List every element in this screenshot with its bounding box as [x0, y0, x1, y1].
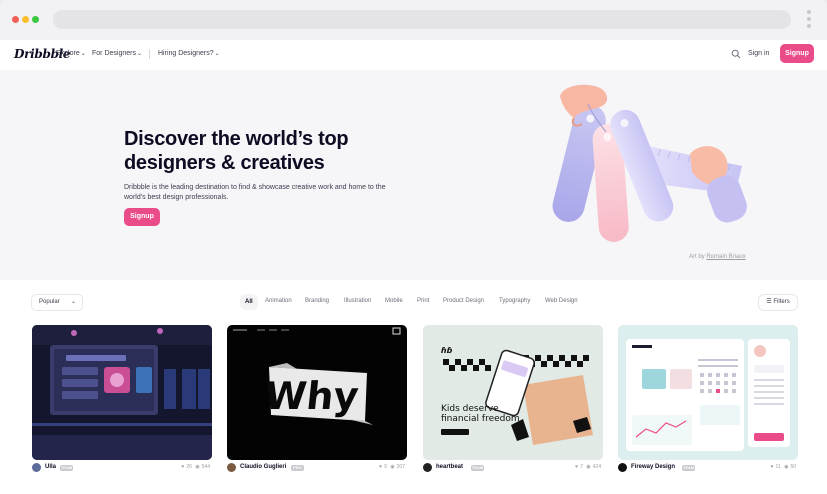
eye-icon: ◉ — [784, 464, 789, 470]
avatar[interactable] — [423, 463, 432, 472]
team-badge: TEAM — [471, 465, 484, 471]
shot-image — [32, 325, 212, 460]
shot-stats: ♥ 7 ◉ 424 — [575, 464, 601, 470]
designer-name[interactable]: Claudio Guglieri — [240, 464, 286, 470]
minimize-window-icon[interactable] — [22, 16, 29, 23]
filter-icon: ☰ — [766, 299, 772, 305]
page: Dribbble Explore⌄ For Designers⌄ Hiring … — [0, 40, 827, 494]
hero-illustration — [552, 84, 747, 242]
art-credit: Art by Romain Briaux — [689, 254, 746, 260]
designer-name[interactable]: Fireway Design — [631, 464, 675, 470]
category-branding[interactable]: Branding — [305, 298, 329, 304]
shot-thumbnail[interactable] — [32, 325, 212, 460]
art-credit-author-link[interactable]: Romain Briaux — [706, 254, 745, 260]
hero-signup-button[interactable]: Signup — [124, 208, 160, 226]
svg-text:Why: Why — [262, 374, 360, 418]
shot-thumbnail[interactable]: Why — [227, 325, 407, 460]
chevron-down-icon: ⌄ — [70, 299, 76, 305]
top-nav: Dribbble Explore⌄ For Designers⌄ Hiring … — [0, 40, 827, 70]
avatar[interactable] — [618, 463, 627, 472]
browser-chrome — [0, 0, 827, 40]
category-all[interactable]: All — [240, 294, 258, 310]
category-animation[interactable]: Animation — [265, 298, 292, 304]
category-typography[interactable]: Typography — [499, 298, 530, 304]
shot-meta: Claudio Guglieri PRO ♥ 9 ◉ 207 — [227, 462, 407, 474]
pro-badge: PRO — [291, 465, 304, 471]
nav-explore[interactable]: Explore⌄ — [56, 50, 86, 57]
shot-meta: Fireway Design TEAM ♥ 11 ◉ 50 — [618, 462, 798, 474]
nav-hiring-designers[interactable]: Hiring Designers?⌄ — [158, 50, 220, 57]
category-print[interactable]: Print — [417, 298, 429, 304]
filters-button[interactable]: ☰ Filters — [758, 294, 798, 311]
team-badge: TEAM — [60, 465, 73, 471]
shot-image — [618, 325, 798, 460]
eye-icon: ◉ — [390, 464, 395, 470]
close-window-icon[interactable] — [12, 16, 19, 23]
shot-meta: Ulla TEAM ♥ 26 ◉ 544 — [32, 462, 212, 474]
heart-icon[interactable]: ♥ — [181, 464, 184, 470]
heart-icon[interactable]: ♥ — [771, 464, 774, 470]
shot-image: Why — [227, 325, 407, 460]
avatar[interactable] — [32, 463, 41, 472]
nav-divider — [149, 49, 150, 59]
category-web-design[interactable]: Web Design — [545, 298, 578, 304]
shot-stats: ♥ 9 ◉ 207 — [379, 464, 405, 470]
sort-select[interactable]: Popular ⌄ — [31, 294, 83, 311]
team-badge: TEAM — [682, 465, 695, 471]
browser-menu-icon[interactable] — [806, 10, 812, 32]
maximize-window-icon[interactable] — [32, 16, 39, 23]
category-product-design[interactable]: Product Design — [443, 298, 484, 304]
shot-stats: ♥ 26 ◉ 544 — [181, 464, 210, 470]
address-bar[interactable] — [53, 10, 791, 29]
sign-in-link[interactable]: Sign in — [748, 50, 769, 57]
chevron-down-icon: ⌄ — [136, 51, 142, 57]
signup-button[interactable]: Signup — [780, 44, 814, 63]
shot-thumbnail[interactable]: ɦɓ Kids deserve financial freedom — [423, 325, 603, 460]
hero-section: Discover the world’s top designers & cre… — [0, 70, 827, 280]
designer-name[interactable]: Ulla — [45, 464, 56, 470]
heartbeat-logo: ɦɓ — [441, 346, 453, 355]
designer-name[interactable]: heartbeat — [436, 464, 463, 470]
shot-image: ɦɓ Kids deserve financial freedom — [423, 325, 603, 460]
category-illustration[interactable]: Illustration — [344, 298, 371, 304]
nav-for-designers[interactable]: For Designers⌄ — [92, 50, 142, 57]
search-icon[interactable] — [731, 49, 741, 59]
filter-bar: Popular ⌄ All Animation Branding Illustr… — [0, 292, 827, 314]
eye-icon: ◉ — [586, 464, 591, 470]
heart-icon[interactable]: ♥ — [575, 464, 578, 470]
eye-icon: ◉ — [195, 464, 200, 470]
chevron-down-icon: ⌄ — [80, 51, 86, 57]
shot-meta: heartbeat TEAM ♥ 7 ◉ 424 — [423, 462, 603, 474]
shot-stats: ♥ 11 ◉ 50 — [770, 464, 797, 470]
category-mobile[interactable]: Mobile — [385, 298, 403, 304]
heart-icon[interactable]: ♥ — [379, 464, 382, 470]
hero-title: Discover the world’s top designers & cre… — [124, 128, 349, 174]
avatar[interactable] — [227, 463, 236, 472]
hero-subtitle: Dribbble is the leading destination to f… — [124, 184, 386, 201]
shot-thumbnail[interactable] — [618, 325, 798, 460]
chevron-down-icon: ⌄ — [214, 51, 220, 57]
